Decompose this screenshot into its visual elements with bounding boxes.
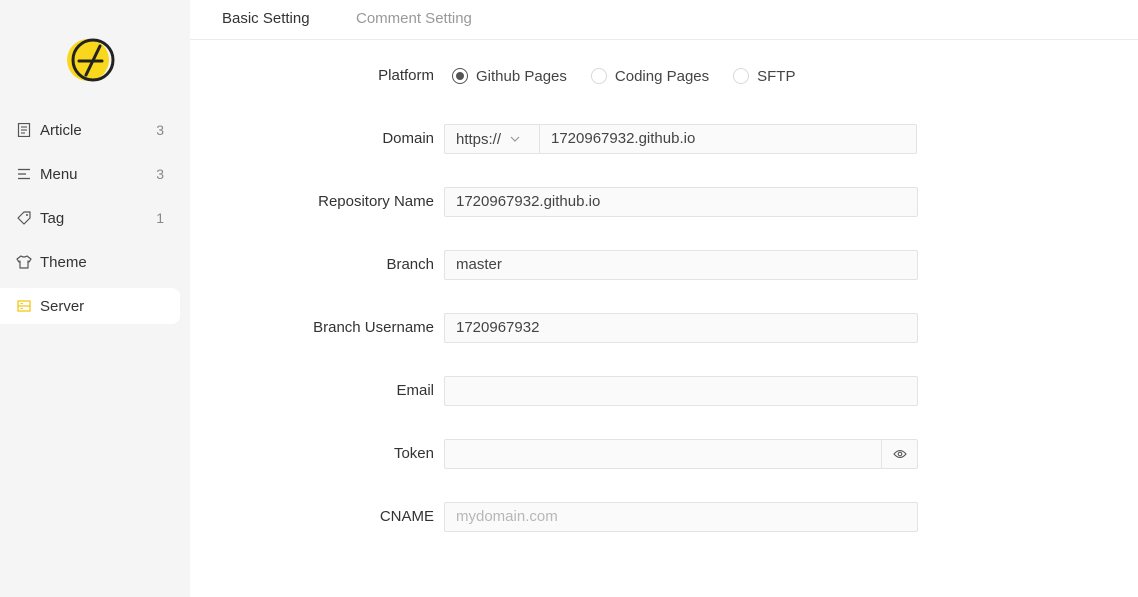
radio-unchecked-icon: [733, 68, 750, 84]
protocol-value: https://: [456, 130, 502, 148]
server-icon: [16, 298, 32, 314]
sidebar-item-label: Article: [40, 121, 82, 139]
radio-label: SFTP: [757, 67, 796, 85]
sidebar-item-menu[interactable]: Menu 3: [0, 156, 180, 192]
sidebar-item-article[interactable]: Article 3: [0, 112, 180, 148]
settings-tabs: Basic Setting Comment Setting: [190, 0, 1138, 40]
domain-label: Domain: [382, 130, 434, 147]
domain-row: Domain https:// 1720967932.github.io: [190, 124, 1138, 154]
sidebar-item-tag[interactable]: Tag 1: [0, 200, 180, 236]
sidebar-item-label: Tag: [40, 209, 65, 227]
username-label: Branch Username: [313, 319, 434, 336]
repository-label: Repository Name: [318, 193, 434, 210]
protocol-select[interactable]: https://: [444, 124, 539, 154]
sidebar-item-theme[interactable]: Theme: [0, 244, 180, 280]
cname-row: CNAME mydomain.com: [190, 502, 1138, 532]
radio-label: Github Pages: [476, 67, 567, 85]
token-row: Token: [190, 439, 1138, 469]
tag-icon: [16, 210, 32, 226]
username-input[interactable]: 1720967932: [444, 313, 918, 343]
cname-label: CNAME: [379, 508, 434, 525]
chevron-down-icon: [510, 136, 520, 142]
sidebar-item-label: Menu: [40, 165, 78, 183]
radio-label: Coding Pages: [614, 67, 710, 85]
platform-radio-group: Github Pages Coding Pages SFTP: [452, 61, 819, 91]
toggle-visibility-button[interactable]: [881, 439, 918, 469]
repository-row: Repository Name 1720967932.github.io: [190, 187, 1138, 217]
sidebar: Article 3 Menu 3 Tag 1 Theme Server: [0, 0, 190, 597]
tab-comment-setting[interactable]: Comment Setting: [356, 10, 472, 27]
token-label: Token: [393, 445, 434, 462]
platform-row: Platform Github Pages Coding Pages SFTP: [190, 61, 1138, 91]
radio-unchecked-icon: [590, 68, 607, 84]
platform-label: Platform: [378, 67, 434, 84]
main-content: Basic Setting Comment Setting Platform G…: [190, 0, 1138, 597]
menu-icon: [16, 166, 32, 182]
sidebar-item-count: 1: [156, 210, 164, 226]
radio-coding-pages[interactable]: Coding Pages: [590, 67, 710, 85]
radio-sftp[interactable]: SFTP: [733, 68, 795, 85]
file-text-icon: [16, 122, 32, 138]
username-row: Branch Username 1720967932: [190, 313, 1138, 343]
sidebar-item-count: 3: [156, 122, 164, 138]
sidebar-item-server[interactable]: Server: [0, 288, 180, 324]
tab-basic-setting[interactable]: Basic Setting: [222, 10, 310, 27]
token-input[interactable]: [444, 439, 881, 469]
email-input[interactable]: [444, 376, 918, 406]
branch-label: Branch: [386, 256, 434, 273]
email-label: Email: [396, 382, 434, 399]
sidebar-item-count: 3: [156, 166, 164, 182]
cname-input[interactable]: mydomain.com: [444, 502, 918, 532]
email-row: Email: [190, 376, 1138, 406]
domain-input[interactable]: 1720967932.github.io: [539, 124, 917, 154]
app-logo: [67, 38, 115, 82]
repository-input[interactable]: 1720967932.github.io: [444, 187, 918, 217]
sidebar-item-label: Server: [40, 297, 85, 315]
radio-checked-icon: [452, 68, 468, 84]
radio-github-pages[interactable]: Github Pages: [452, 68, 567, 85]
branch-input[interactable]: master: [444, 250, 918, 280]
branch-row: Branch master: [190, 250, 1138, 280]
eye-icon: [892, 449, 907, 459]
shirt-icon: [16, 254, 32, 270]
sidebar-item-label: Theme: [40, 253, 87, 271]
